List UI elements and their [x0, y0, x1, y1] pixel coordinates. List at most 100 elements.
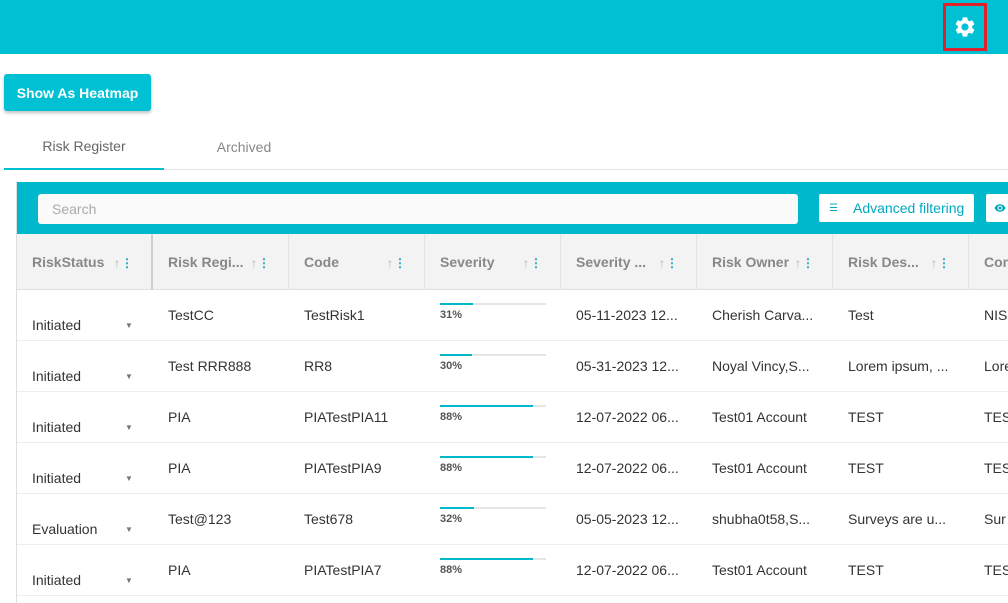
cell-text: Cherish Carva...	[712, 307, 814, 323]
severity-cell: 31%	[425, 290, 561, 341]
status-dropdown[interactable]: Evaluation ▼	[17, 494, 153, 545]
status-dropdown[interactable]: Initiated ▼	[17, 392, 153, 443]
chevron-down-icon[interactable]: ▼	[125, 525, 133, 534]
status-dropdown[interactable]: Initiated ▼	[17, 545, 153, 596]
cell-risk-description: TEST	[833, 392, 969, 443]
column-header-con[interactable]: Con	[969, 234, 1008, 290]
cell-con: TES	[969, 392, 1008, 443]
severity-bar	[440, 558, 546, 560]
sort-icon[interactable]: ↑ ⋮	[251, 256, 270, 270]
severity-percent: 30%	[440, 360, 463, 372]
status-dropdown[interactable]: Initiated ▼	[17, 290, 153, 341]
cell-text: Test01 Account	[712, 460, 807, 476]
column-header-riskstatus[interactable]: RiskStatus ↑ ⋮	[17, 234, 153, 290]
column-header-risk-register[interactable]: Risk Regi... ↑ ⋮	[153, 234, 289, 290]
sort-icon[interactable]: ↑ ⋮	[114, 256, 133, 270]
cell-text: Lore	[984, 358, 1008, 374]
cell-risk-register: TestCC	[153, 290, 289, 341]
advanced-filtering-button[interactable]: ☰ Advanced filtering	[819, 194, 974, 222]
sort-icon[interactable]: ↑ ⋮	[931, 256, 950, 270]
column-header-severity[interactable]: Severity ↑ ⋮	[425, 234, 561, 290]
sort-icon[interactable]: ↑ ⋮	[523, 256, 542, 270]
status-dropdown[interactable]: Initiated ▼	[17, 443, 153, 494]
status-value: Initiated	[32, 317, 82, 333]
status-dropdown[interactable]: Initiated ▼	[17, 341, 153, 392]
risk-grid: ☰ Advanced filtering RiskStatus↑⋮Risk Re…	[16, 182, 1008, 603]
status-value: Evaluation	[32, 521, 98, 537]
cell-severity-date: 05-11-2023 12...	[561, 290, 697, 341]
column-header-label: Risk Regi...	[168, 254, 244, 270]
cell-con: Lore	[969, 341, 1008, 392]
cell-text: TES	[984, 460, 1008, 476]
table-row[interactable]: Initiated ▼ PIA PIATestPIA7 88% 12-07-2022 06…	[17, 545, 1008, 596]
severity-bar	[440, 354, 546, 356]
column-header-risk-description[interactable]: Risk Des... ↑ ⋮	[833, 234, 969, 290]
gear-icon	[955, 17, 975, 37]
tab-risk-register[interactable]: Risk Register	[4, 124, 164, 170]
table-row[interactable]: Initiated ▼ PIA PIATestPIA11 88% 12-07-2022 0…	[17, 392, 1008, 443]
column-header-label: Code	[304, 254, 339, 270]
severity-percent: 31%	[440, 309, 463, 321]
cell-text: PIATestPIA7	[304, 562, 382, 578]
cell-risk-owner: Test01 Account	[697, 392, 833, 443]
view-options-button[interactable]	[986, 194, 1008, 222]
severity-bar-fill	[440, 405, 534, 407]
cell-severity-date: 12-07-2022 06...	[561, 392, 697, 443]
column-header-label: Severity ...	[576, 254, 647, 270]
cell-risk-owner: Cherish Carva...	[697, 290, 833, 341]
chevron-down-icon[interactable]: ▼	[125, 321, 133, 330]
cell-severity-date: 12-07-2022 06...	[561, 545, 697, 596]
cell-text: 05-11-2023 12...	[576, 307, 678, 323]
table-row[interactable]: Initiated ▼ Test RRR888 RR8 30% 05-31-2023 12…	[17, 341, 1008, 392]
cell-code: PIATestPIA11	[289, 392, 425, 443]
cell-text: TEST	[848, 562, 884, 578]
chevron-down-icon[interactable]: ▼	[125, 474, 133, 483]
column-header-risk-owner[interactable]: Risk Owner ↑ ⋮	[697, 234, 833, 290]
status-value: Initiated	[32, 470, 82, 486]
severity-bar	[440, 507, 546, 509]
column-header-severity-date[interactable]: Severity ... ↑ ⋮	[561, 234, 697, 290]
cell-text: TestRisk1	[304, 307, 365, 323]
settings-button[interactable]	[943, 3, 987, 51]
chevron-down-icon[interactable]: ▼	[125, 372, 133, 381]
cell-text: PIATestPIA11	[304, 409, 389, 425]
table-row[interactable]: Initiated ▼ PIA PIATestPIA9 88% 12-07-2022 06…	[17, 443, 1008, 494]
status-value: Initiated	[32, 572, 82, 588]
cell-con: TES	[969, 443, 1008, 494]
filter-icon: ☰	[829, 202, 838, 214]
cell-text: Surveys are u...	[848, 511, 947, 527]
sort-icon[interactable]: ↑ ⋮	[795, 256, 814, 270]
cell-text: RR8	[304, 358, 333, 374]
severity-bar-fill	[440, 558, 534, 560]
show-as-heatmap-button[interactable]: Show As Heatmap	[4, 74, 151, 111]
cell-risk-owner: Noyal Vincy,S...	[697, 341, 833, 392]
cell-risk-owner: shubha0t58,S...	[697, 494, 833, 545]
grid-toolbar: ☰ Advanced filtering	[17, 182, 1008, 234]
search-input[interactable]	[38, 194, 798, 224]
column-header-code[interactable]: Code ↑ ⋮	[289, 234, 425, 290]
tab-archived[interactable]: Archived	[164, 124, 324, 170]
column-header-label: Risk Des...	[848, 254, 919, 270]
table-row[interactable]: Initiated ▼ TestCC TestRisk1 31% 05-11-2023 1…	[17, 290, 1008, 341]
cell-text: PIA	[168, 460, 191, 476]
cell-text: 12-07-2022 06...	[576, 460, 679, 476]
severity-cell: 32%	[425, 494, 561, 545]
table-row[interactable]: Evaluation ▼ Test@123 Test678 32% 05-05-2023 …	[17, 494, 1008, 545]
severity-bar-fill	[440, 456, 534, 458]
grid-header: RiskStatus ↑ ⋮ Risk Regi... ↑ ⋮ Code ↑ ⋮ Severity…	[17, 234, 1008, 290]
sort-icon[interactable]: ↑ ⋮	[387, 256, 406, 270]
chevron-down-icon[interactable]: ▼	[125, 423, 133, 432]
severity-bar-fill	[440, 354, 472, 356]
severity-percent: 88%	[440, 462, 463, 474]
chevron-down-icon[interactable]: ▼	[125, 576, 133, 585]
status-value: Initiated	[32, 368, 82, 384]
column-header-label: RiskStatus	[32, 254, 105, 270]
sort-icon[interactable]: ↑ ⋮	[659, 256, 678, 270]
cell-risk-description: Test	[833, 290, 969, 341]
cell-text: PIA	[168, 409, 191, 425]
cell-con: NIS	[969, 290, 1008, 341]
column-header-label: Risk Owner	[712, 254, 790, 270]
cell-code: TestRisk1	[289, 290, 425, 341]
severity-cell: 30%	[425, 341, 561, 392]
cell-severity-date: 12-07-2022 06...	[561, 443, 697, 494]
